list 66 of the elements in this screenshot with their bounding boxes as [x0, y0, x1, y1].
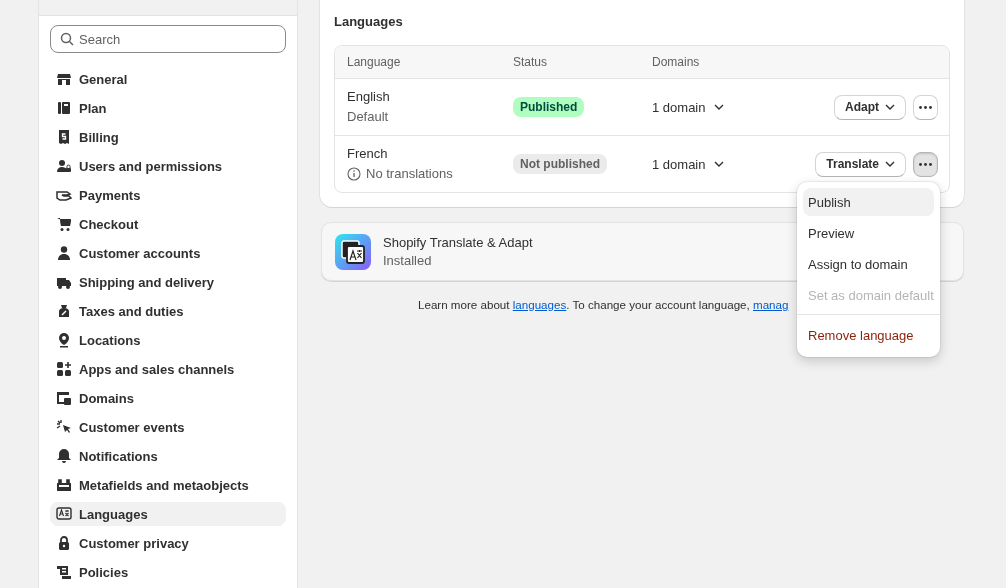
bell-icon — [56, 448, 72, 464]
translate-icon — [56, 506, 72, 522]
nav-item[interactable]: Languages — [50, 502, 286, 526]
chevron-down-icon — [714, 161, 725, 167]
chevron-down-icon — [885, 104, 895, 110]
card-title: Languages — [334, 14, 404, 29]
nav-item[interactable]: Customer events — [50, 415, 286, 439]
language-name: English — [347, 88, 391, 106]
receipt-icon — [56, 129, 72, 145]
menu-item[interactable]: Remove language — [803, 321, 934, 349]
nav-item[interactable]: Policies — [50, 560, 286, 584]
nav-item[interactable]: Locations — [50, 328, 286, 352]
nav-item[interactable]: Shipping and delivery — [50, 270, 286, 294]
nav-item[interactable]: Customer accounts — [50, 241, 286, 265]
domains-dropdown[interactable]: 1 domain — [652, 156, 725, 172]
nav-item[interactable]: Billing — [50, 125, 286, 149]
nav-item[interactable]: Users and permissions — [50, 154, 286, 178]
column-header: Domains — [652, 55, 701, 69]
pin-icon — [56, 332, 72, 348]
column-header: Language — [347, 55, 402, 69]
menu-item[interactable]: Preview — [803, 219, 934, 247]
more-actions-button[interactable] — [913, 151, 938, 177]
language-note: No translations — [366, 165, 453, 183]
users-icon — [56, 158, 72, 174]
search-icon — [60, 32, 74, 46]
app-name: Shopify Translate & Adapt — [383, 233, 533, 252]
app-status: Installed — [383, 251, 433, 270]
column-header: Status — [513, 55, 549, 69]
store-icon — [56, 71, 72, 87]
nav-item[interactable]: Domains — [50, 386, 286, 410]
nav-item[interactable]: Plan — [50, 96, 286, 120]
footer-text: Learn more about languages. To change your account language, manag — [418, 298, 790, 311]
nav-item[interactable]: Checkout — [50, 212, 286, 236]
nav-item[interactable]: Apps and sales channels — [50, 357, 286, 381]
chevron-down-icon — [885, 161, 895, 167]
lock-icon — [56, 535, 72, 551]
more-actions-button[interactable] — [913, 94, 938, 120]
nav-item[interactable]: Notifications — [50, 444, 286, 468]
ellipsis-icon — [919, 162, 932, 166]
nav-item[interactable]: Taxes and duties — [50, 299, 286, 323]
search-field[interactable]: Search — [50, 25, 286, 53]
manage-link[interactable]: manag — [753, 298, 789, 311]
book-icon — [56, 100, 72, 116]
nav-item[interactable]: Customer privacy — [50, 531, 286, 555]
person-icon — [56, 245, 72, 261]
app-logo-icon — [335, 233, 371, 270]
language-note: Default — [347, 108, 389, 126]
domains-dropdown[interactable]: 1 domain — [652, 99, 725, 115]
nav-item[interactable]: General — [50, 67, 286, 91]
ellipsis-icon — [919, 105, 932, 109]
cursor-icon — [56, 419, 72, 435]
apps-icon — [56, 361, 72, 377]
status-badge: Not published — [513, 154, 607, 174]
cart-icon — [56, 216, 72, 232]
window-icon — [56, 390, 72, 406]
menu-item[interactable]: Publish — [803, 188, 934, 216]
action-dropdown-button[interactable]: Translate — [815, 151, 906, 177]
nav-item[interactable]: Payments — [50, 183, 286, 207]
chevron-down-icon — [714, 104, 725, 110]
status-badge: Published — [513, 97, 585, 117]
document-icon — [56, 564, 72, 580]
menu-item[interactable]: Assign to domain — [803, 250, 934, 278]
language-name: French — [347, 145, 389, 163]
action-dropdown-button[interactable]: Adapt — [834, 94, 906, 120]
box-icon — [56, 477, 72, 493]
nav-item[interactable]: Metafields and metaobjects — [50, 473, 286, 497]
